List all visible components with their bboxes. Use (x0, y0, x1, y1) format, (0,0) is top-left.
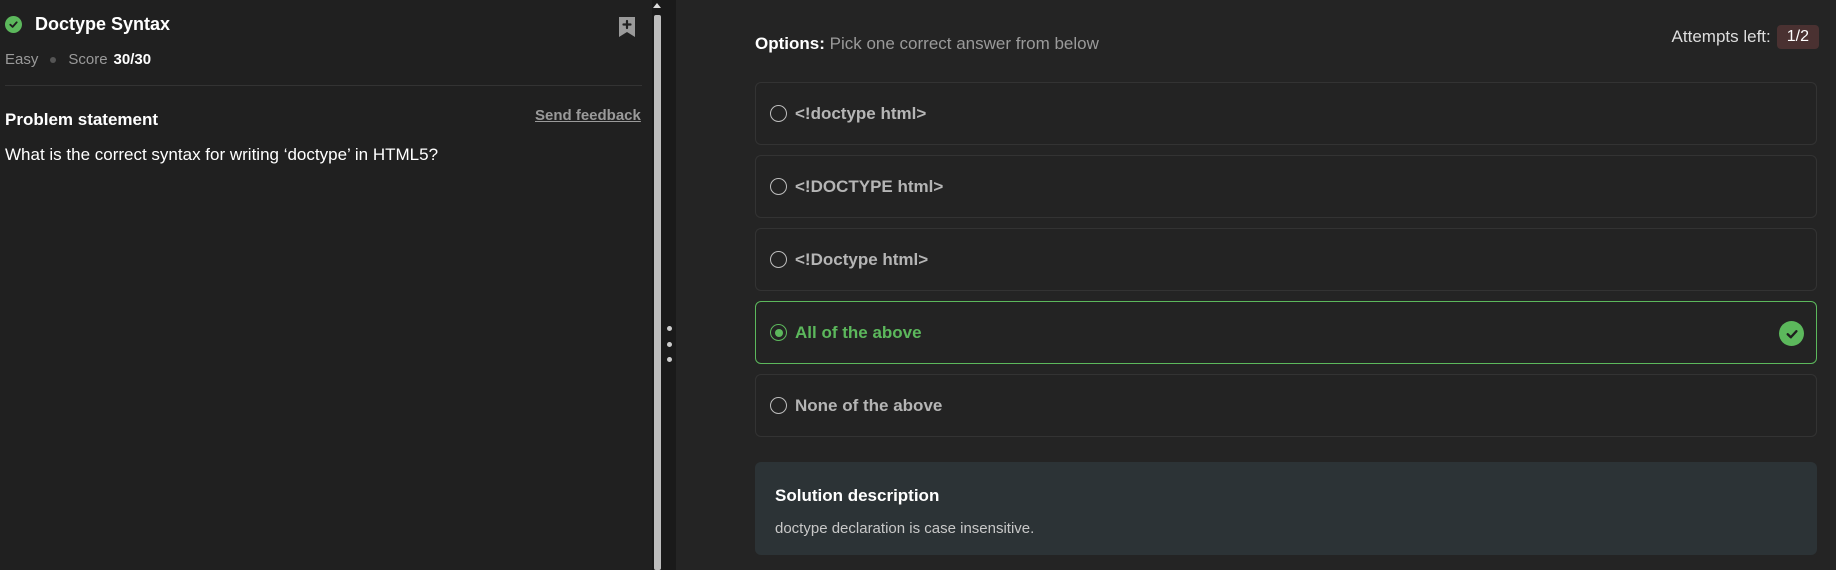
option-4[interactable]: All of the above (755, 301, 1817, 364)
options-header: Options: Pick one correct answer from be… (755, 34, 1099, 54)
radio-button[interactable] (770, 251, 787, 268)
option-5[interactable]: None of the above (755, 374, 1817, 437)
score-label: Score (68, 51, 108, 68)
option-text: <!doctype html> (795, 103, 927, 123)
drag-handle-icon[interactable] (666, 326, 672, 362)
correct-check-icon (1779, 321, 1804, 346)
title-row: Doctype Syntax (5, 14, 170, 35)
scroll-up-arrow-icon[interactable] (653, 3, 661, 8)
send-feedback-link[interactable]: Send feedback (535, 107, 641, 124)
option-text: <!DOCTYPE html> (795, 176, 944, 196)
left-panel-scrollbar[interactable] (652, 0, 662, 570)
solved-check-icon (5, 16, 22, 33)
radio-button[interactable] (770, 178, 787, 195)
options-instruction: Pick one correct answer from below (829, 34, 1099, 53)
problem-statement-heading: Problem statement (5, 110, 159, 129)
problem-panel: Doctype Syntax Easy Score 30/30 Problem … (0, 0, 652, 570)
radio-button-selected[interactable] (770, 324, 787, 341)
divider (5, 85, 642, 86)
solution-box: Solution description doctype declaration… (755, 462, 1817, 555)
option-text: All of the above (795, 322, 922, 342)
radio-button[interactable] (770, 105, 787, 122)
option-text: None of the above (795, 395, 943, 415)
problem-meta: Easy Score 30/30 (5, 51, 151, 68)
radio-button[interactable] (770, 397, 787, 414)
option-2[interactable]: <!DOCTYPE html> (755, 155, 1817, 218)
scroll-thumb[interactable] (654, 15, 661, 570)
option-3[interactable]: <!Doctype html> (755, 228, 1817, 291)
options-label: Options: (755, 34, 825, 53)
app-root: Doctype Syntax Easy Score 30/30 Problem … (0, 0, 1836, 570)
solution-title: Solution description (775, 486, 940, 505)
question-text: What is the correct syntax for writing ‘… (5, 145, 439, 164)
separator-dot (50, 56, 57, 63)
attempts-label: Attempts left: (1671, 27, 1771, 46)
bookmark-add-icon[interactable] (617, 16, 637, 38)
panel-resize-gutter[interactable] (662, 0, 676, 570)
option-text: <!Doctype html> (795, 249, 929, 269)
difficulty-label: Easy (5, 51, 39, 68)
attempts-indicator: Attempts left: 1/2 (1672, 25, 1819, 49)
options-panel: Options: Pick one correct answer from be… (676, 0, 1836, 570)
attempts-badge: 1/2 (1776, 25, 1819, 49)
score-value: 30/30 (113, 51, 152, 68)
option-1[interactable]: <!doctype html> (755, 82, 1817, 145)
problem-title: Doctype Syntax (35, 14, 171, 34)
solution-text: doctype declaration is case insensitive. (775, 520, 1035, 537)
